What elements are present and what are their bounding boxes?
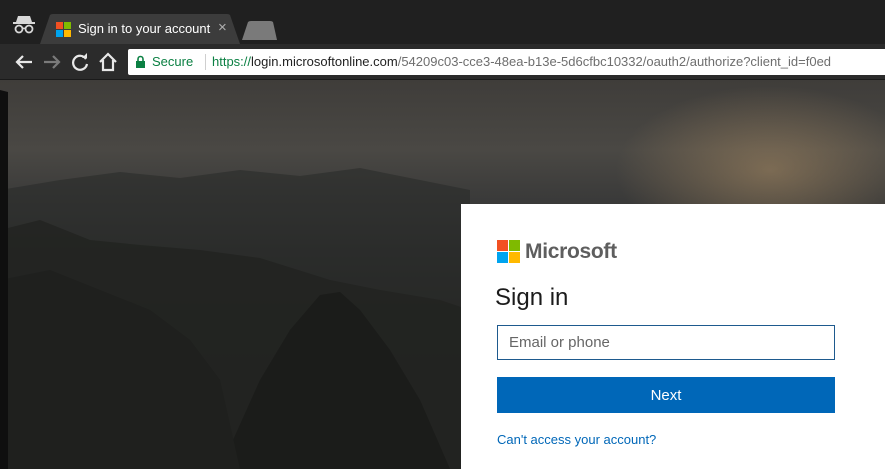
favicon-red-square	[56, 22, 63, 29]
url-scheme: https://	[212, 54, 252, 69]
forward-arrow-icon[interactable]	[40, 50, 64, 74]
home-icon[interactable]	[96, 50, 120, 74]
favicon-green-square	[64, 22, 71, 29]
brand-name: Microsoft	[525, 240, 617, 263]
microsoft-favicon-icon	[56, 22, 72, 38]
tab-close-icon[interactable]: ×	[218, 19, 227, 37]
tab-title: Sign in to your account	[78, 21, 211, 36]
logo-green-square	[509, 240, 520, 251]
logo-red-square	[497, 240, 508, 251]
incognito-icon	[13, 16, 35, 34]
page-title: Sign in	[495, 284, 569, 311]
lock-icon	[136, 55, 145, 68]
url-text: https://login.microsoftonline.com/54209c…	[212, 54, 831, 69]
browser-toolbar: Secure https://login.microsoftonline.com…	[0, 44, 885, 80]
page-viewport: Microsoft Sign in Next Can't access your…	[0, 80, 885, 469]
address-bar[interactable]: Secure https://login.microsoftonline.com…	[128, 49, 885, 75]
url-host: login.microsoftonline.com	[251, 54, 398, 69]
url-path: /54209c03-cce3-48ea-b13e-5d6cfbc10332/oa…	[397, 54, 832, 69]
tab-sign-in[interactable]: Sign in to your account ×	[40, 14, 240, 44]
favicon-blue-square	[56, 30, 63, 37]
email-field[interactable]	[497, 325, 835, 360]
sign-in-card: Microsoft Sign in Next Can't access your…	[461, 204, 885, 469]
reload-icon[interactable]	[68, 50, 92, 74]
tab-strip: Sign in to your account ×	[0, 0, 885, 44]
next-button[interactable]: Next	[497, 377, 835, 413]
favicon-yellow-square	[64, 30, 71, 37]
back-arrow-icon[interactable]	[12, 50, 36, 74]
logo-blue-square	[497, 252, 508, 263]
logo-yellow-square	[509, 252, 520, 263]
new-tab-button[interactable]	[240, 20, 278, 42]
microsoft-logo-icon	[497, 240, 520, 263]
omnibox-divider	[205, 54, 206, 70]
secure-label: Secure	[152, 54, 194, 69]
cant-access-account-link[interactable]: Can't access your account?	[497, 432, 656, 447]
